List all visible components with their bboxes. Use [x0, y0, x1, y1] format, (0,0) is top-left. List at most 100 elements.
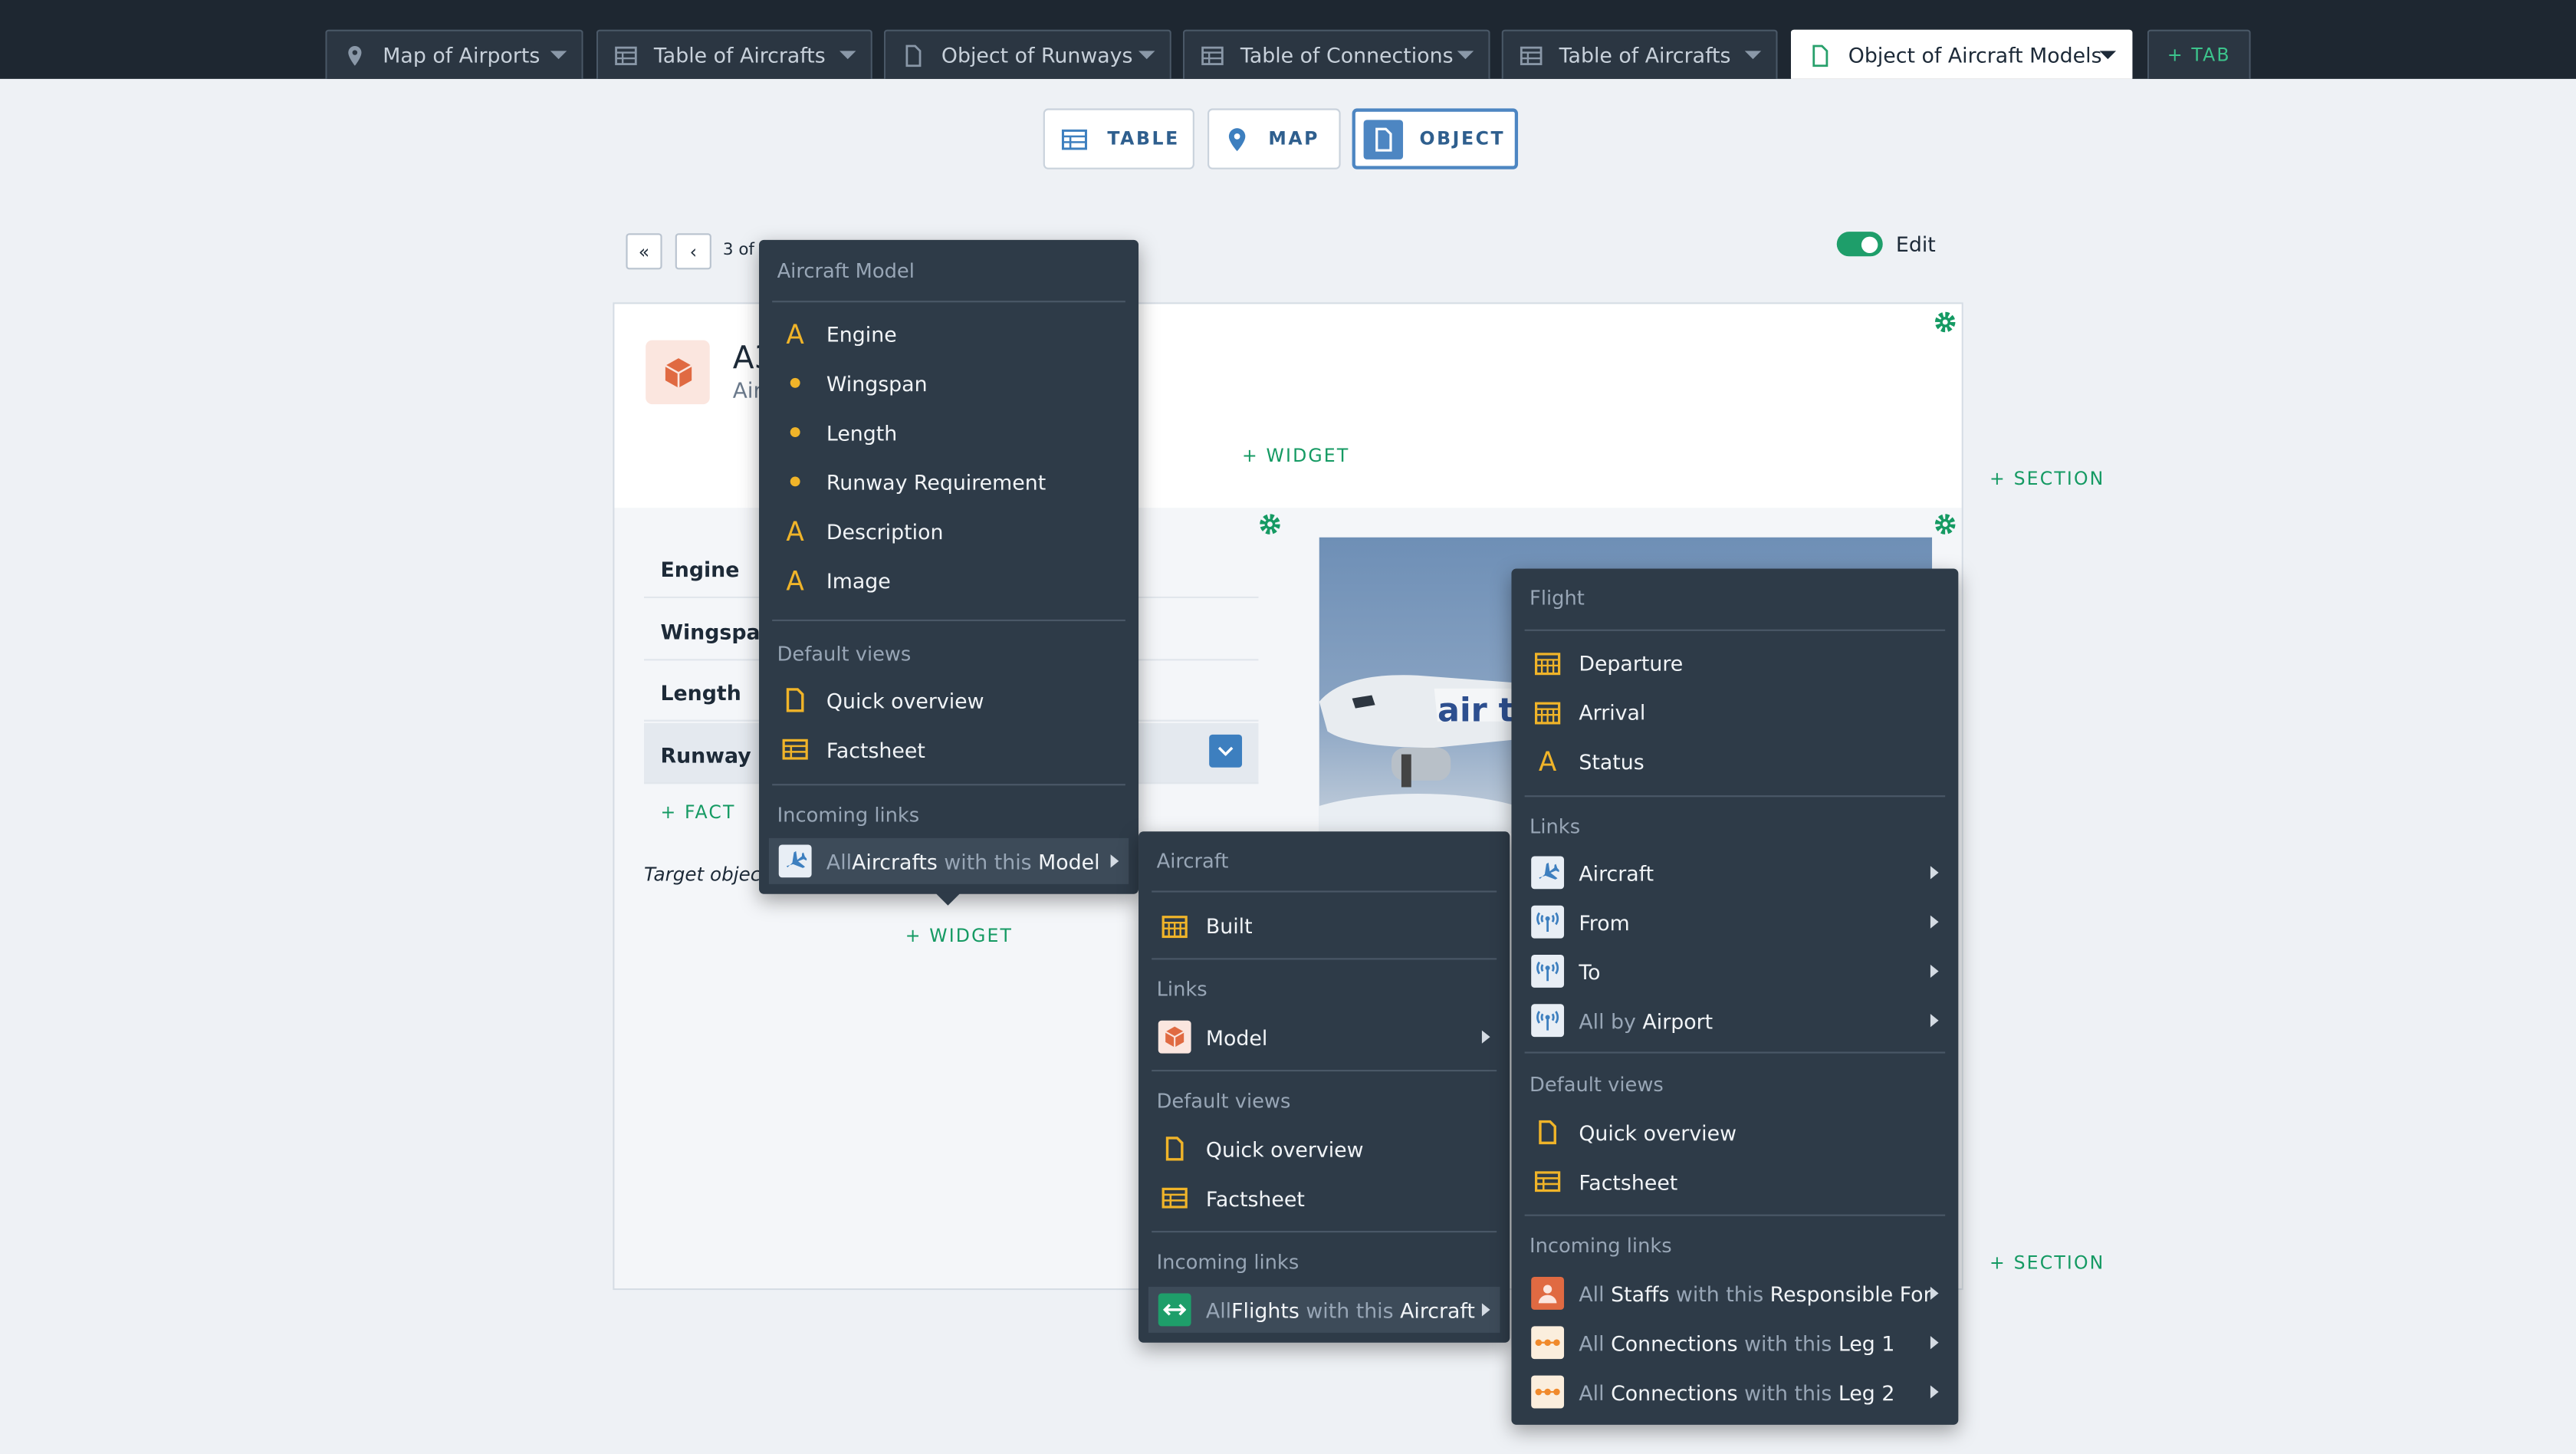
menu-item-all-by-airport[interactable]: All by Airport — [1521, 998, 1948, 1044]
menu-item-label: Factsheet — [1205, 1186, 1305, 1211]
menu-header: Aircraft Model — [777, 259, 915, 283]
tab-map-of-airports[interactable]: Map of Airports — [325, 29, 583, 79]
menu-item-aircraft[interactable]: Aircraft — [1521, 850, 1948, 896]
add-section-button[interactable]: + SECTION — [1990, 469, 2104, 490]
document-icon — [1812, 44, 1829, 67]
menu-item-mid: with this — [1669, 1281, 1770, 1306]
divider — [1152, 1070, 1497, 1072]
gear-icon[interactable] — [1257, 511, 1283, 537]
document-icon — [1157, 1130, 1193, 1166]
first-page-button[interactable]: « — [626, 233, 662, 270]
chevron-right-icon — [1930, 1286, 1939, 1301]
menu-item-all-connections-leg1[interactable]: All Connections with this Leg 1 — [1521, 1320, 1948, 1366]
table-icon — [615, 45, 637, 64]
add-widget-button[interactable]: + WIDGET — [1242, 446, 1349, 467]
document-icon — [777, 682, 813, 718]
add-tab-button[interactable]: + TAB — [2147, 29, 2251, 79]
menu-item-factsheet[interactable]: Factsheet — [1521, 1159, 1948, 1205]
menu-item-all-connections-leg2[interactable]: All Connections with this Leg 2 — [1521, 1369, 1948, 1415]
menu-item-label: Runway Requirement — [826, 469, 1046, 494]
object-subtitle: Air — [732, 380, 763, 405]
chevron-down-icon[interactable] — [840, 51, 856, 60]
menu-item-label: Model — [1205, 1025, 1268, 1050]
menu-item-prefix: All — [1579, 1379, 1612, 1405]
tab-object-of-aircraft-models[interactable]: Object of Aircraft Models — [1790, 29, 2133, 79]
menu-item-to[interactable]: To — [1521, 948, 1948, 994]
chevron-down-icon[interactable] — [1138, 51, 1155, 60]
menu-section-header: Incoming links — [1156, 1250, 1300, 1274]
tab-table-of-aircrafts-2[interactable]: Table of Aircrafts — [1501, 29, 1778, 79]
menu-item-all-staffs[interactable]: All Staffs with this Responsible For — [1521, 1270, 1948, 1316]
chevron-down-icon[interactable] — [1457, 51, 1474, 60]
add-widget-button[interactable]: + WIDGET — [905, 925, 1013, 946]
menu-section-header: Default views — [1156, 1089, 1291, 1113]
menu-item-factsheet[interactable]: Factsheet — [769, 726, 1129, 772]
menu-item-departure[interactable]: Departure — [1521, 640, 1948, 686]
add-fact-button[interactable]: + FACT — [660, 802, 735, 824]
menu-item-object: Airport — [1642, 1008, 1714, 1033]
document-icon — [1363, 119, 1404, 159]
person-icon — [1530, 1275, 1566, 1311]
menu-item-arrival[interactable]: Arrival — [1521, 689, 1948, 735]
tab-table-of-aircrafts[interactable]: Table of Aircrafts — [596, 29, 872, 79]
view-object-button[interactable]: OBJECT — [1352, 108, 1519, 169]
menu-item-label: Factsheet — [826, 737, 925, 762]
menu-item-label: Aircraft — [1579, 860, 1654, 885]
menu-item-image[interactable]: A Image — [769, 557, 1129, 603]
menu-item-factsheet[interactable]: Factsheet — [1148, 1175, 1500, 1221]
table-icon — [777, 732, 813, 768]
menu-item-prefix: All by — [1579, 1008, 1643, 1033]
menu-item-model[interactable]: Model — [1148, 1014, 1500, 1060]
view-map-button[interactable]: MAP — [1208, 108, 1341, 169]
view-table-button[interactable]: TABLE — [1043, 108, 1194, 169]
chevron-down-icon[interactable] — [1209, 734, 1243, 768]
menu-item-all-flights[interactable]: All Flights with this Aircraft — [1148, 1286, 1500, 1333]
menu-section-header: Links — [1530, 814, 1581, 838]
menu-item-object: Flights — [1231, 1297, 1300, 1322]
menu-item-wingspan[interactable]: Wingspan — [769, 360, 1129, 406]
double-arrow-icon — [1157, 1291, 1193, 1327]
table-icon — [1157, 1180, 1193, 1216]
menu-item-quick-overview[interactable]: Quick overview — [769, 677, 1129, 723]
divider — [1524, 629, 1946, 631]
target-object-text: Target object — [644, 863, 768, 887]
tab-object-of-runways[interactable]: Object of Runways — [883, 29, 1171, 79]
menu-item-label: Built — [1205, 913, 1253, 938]
menu-item-description[interactable]: A Description — [769, 508, 1129, 554]
menu-item-runway-requirement[interactable]: Runway Requirement — [769, 459, 1129, 505]
chevron-down-icon[interactable] — [550, 51, 567, 60]
prev-page-button[interactable]: ‹ — [675, 233, 711, 270]
chevron-down-icon[interactable] — [2099, 51, 2117, 60]
add-section-button[interactable]: + SECTION — [1990, 1252, 2104, 1274]
gear-icon[interactable] — [1932, 309, 1958, 335]
menu-item-built[interactable]: Built — [1148, 902, 1500, 948]
menu-item-engine[interactable]: A Engine — [769, 311, 1129, 357]
menu-item-from[interactable]: From — [1521, 899, 1948, 945]
menu-item-label: Factsheet — [1579, 1169, 1678, 1194]
menu-item-quick-overview[interactable]: Quick overview — [1148, 1126, 1500, 1172]
menu-item-quick-overview[interactable]: Quick overview — [1521, 1109, 1948, 1155]
menu-item-prefix: All — [1205, 1297, 1232, 1322]
menu-item-all-aircrafts[interactable]: All Aircrafts with this Model — [768, 837, 1129, 884]
divider — [1524, 1214, 1946, 1216]
tab-table-of-connections[interactable]: Table of Connections — [1182, 29, 1490, 79]
menu-pointer — [935, 892, 961, 906]
chevron-down-icon[interactable] — [1744, 51, 1762, 60]
chevron-right-icon — [1481, 1303, 1490, 1317]
table-icon — [1530, 1163, 1566, 1199]
menu-item-label: Quick overview — [1579, 1120, 1737, 1145]
menu-item-mid: with this — [1299, 1297, 1401, 1322]
divider — [1152, 1231, 1497, 1233]
view-map-label: MAP — [1268, 128, 1320, 150]
chevron-right-icon — [1481, 1030, 1490, 1044]
menu-item-length[interactable]: Length — [769, 410, 1129, 456]
menu-item-status[interactable]: A Status — [1521, 738, 1948, 784]
text-A-icon: A — [786, 317, 804, 350]
connection-icon — [1530, 1373, 1566, 1410]
gear-icon[interactable] — [1932, 511, 1958, 537]
fact-label: Wingspan — [660, 619, 775, 645]
menu-header: Flight — [1530, 587, 1585, 610]
edit-toggle[interactable] — [1836, 232, 1883, 257]
map-pin-icon — [348, 44, 362, 65]
aircraft-menu: Aircraft Built Links Model Default views… — [1138, 831, 1510, 1343]
